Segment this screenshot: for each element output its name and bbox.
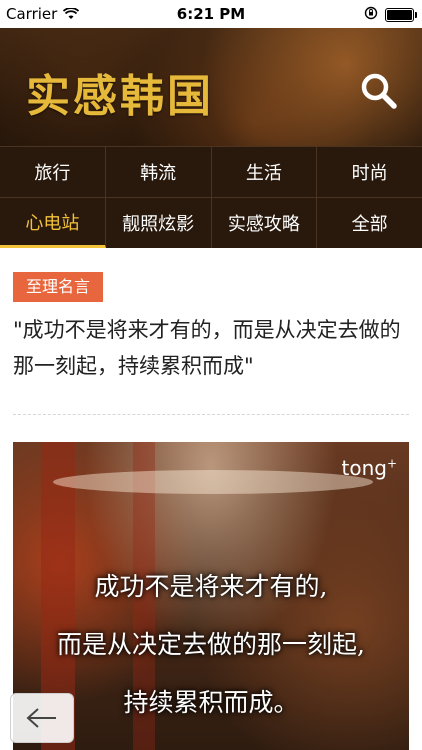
- search-button[interactable]: [358, 70, 400, 112]
- nav-item-heart-station[interactable]: 心电站: [0, 198, 106, 248]
- caption-line: 而是从决定去做的那一刻起,: [57, 630, 365, 659]
- image-ceiling-light: [53, 470, 373, 494]
- nav-item-all[interactable]: 全部: [317, 198, 422, 248]
- category-nav: 旅行 韩流 生活 时尚 心电站 靓照炫影 实感攻略 全部: [0, 146, 422, 248]
- nav-row-1: 旅行 韩流 生活 时尚: [0, 146, 422, 197]
- app-header: 实感韩国: [0, 28, 422, 146]
- status-time: 6:21 PM: [176, 5, 246, 23]
- caption-line: 成功不是将来才有的,: [94, 572, 328, 601]
- nav-item-photos[interactable]: 靓照炫影: [105, 198, 212, 248]
- nav-row-2: 心电站 靓照炫影 实感攻略 全部: [0, 197, 422, 248]
- article-list: 至理名言 "成功不是将来才有的，而是从决定去做的那一刻起，持续累积而成" ton…: [0, 248, 422, 750]
- app-title: 实感韩国: [26, 71, 214, 122]
- category-tag[interactable]: 至理名言: [13, 272, 104, 302]
- nav-item-travel[interactable]: 旅行: [0, 147, 106, 197]
- divider: [13, 414, 409, 415]
- back-button[interactable]: [10, 693, 74, 743]
- battery-icon: [385, 8, 417, 22]
- nav-item-guides[interactable]: 实感攻略: [211, 198, 318, 248]
- nav-item-fashion[interactable]: 时尚: [317, 147, 422, 197]
- image-watermark: tong+: [341, 456, 397, 480]
- lock-rotation-icon: [364, 6, 378, 20]
- nav-item-life[interactable]: 生活: [211, 147, 318, 197]
- article-headline[interactable]: "成功不是将来才有的，而是从决定去做的那一刻起，持续累积而成": [13, 312, 411, 384]
- search-icon: [361, 73, 397, 109]
- nav-item-korean-wave[interactable]: 韩流: [105, 147, 212, 197]
- arrow-left-icon: [26, 708, 56, 728]
- status-bar: Carrier 6:21 PM: [0, 0, 422, 28]
